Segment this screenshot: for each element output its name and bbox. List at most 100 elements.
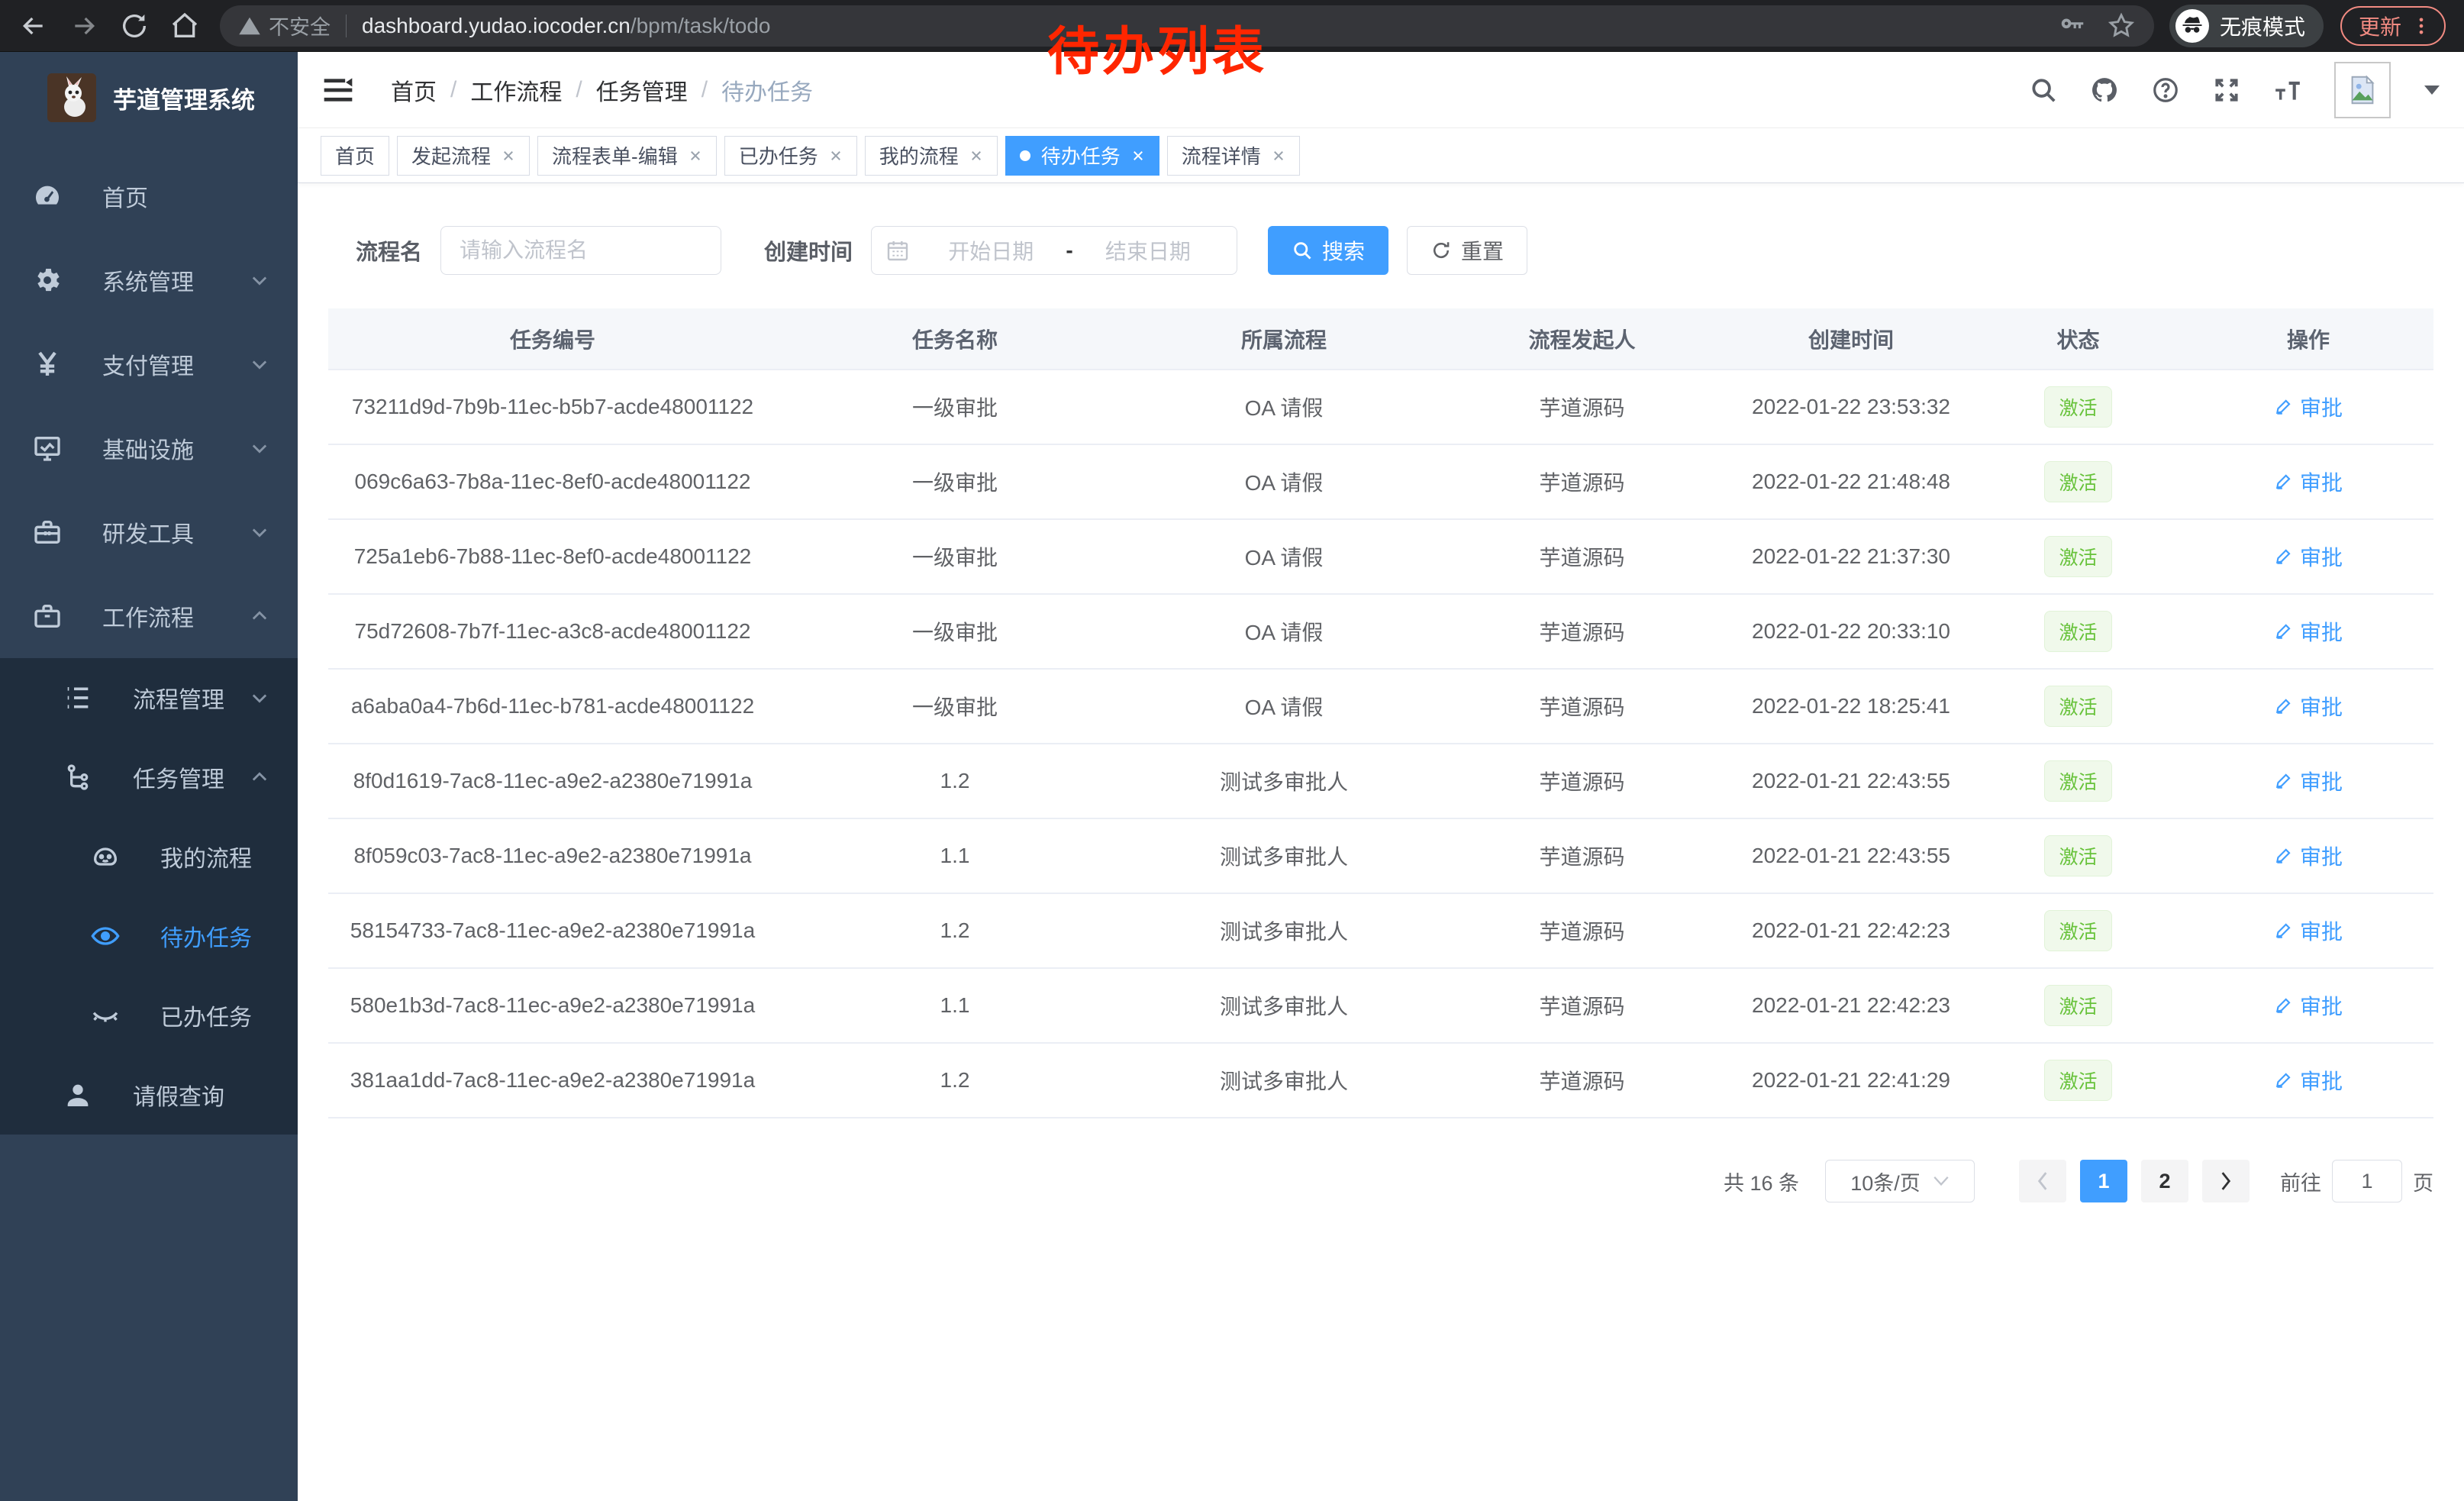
sidebar-item-system[interactable]: 系统管理 (0, 238, 298, 322)
sidebar-item-leave-query[interactable]: 请假查询 (0, 1055, 298, 1135)
content: 流程名 创建时间 开始日期 - 结束日期 搜索 重置 (298, 183, 2464, 1202)
tag-label: 发起流程 (411, 141, 491, 169)
page-2-button[interactable]: 2 (2141, 1160, 2188, 1202)
cell-created: 2022-01-21 22:41:29 (1729, 1043, 1973, 1118)
table-row: 8f059c03-7ac8-11ec-a9e2-a2380e71991a 1.1… (328, 818, 2433, 893)
security-label: 不安全 (269, 11, 331, 40)
status-badge: 激活 (2044, 985, 2111, 1026)
sidebar-item-infra[interactable]: 基础设施 (0, 406, 298, 490)
cell-task-name: 1.1 (777, 818, 1133, 893)
update-label: 更新 (2359, 11, 2401, 41)
cell-process: 测试多审批人 (1133, 893, 1435, 968)
tree-icon (63, 762, 93, 792)
sidebar-item-label: 待办任务 (160, 919, 252, 953)
cell-process: OA 请假 (1133, 444, 1435, 519)
reset-button[interactable]: 重置 (1407, 226, 1527, 275)
avatar[interactable] (2334, 62, 2391, 118)
sidebar-item-home[interactable]: 首页 (0, 154, 298, 238)
task-table: 任务编号 任务名称 所属流程 流程发起人 创建时间 状态 操作 73211d9d… (328, 308, 2433, 1118)
help-icon[interactable] (2151, 76, 2180, 105)
home-icon[interactable] (169, 11, 200, 41)
page-size-select[interactable]: 10条/页 (1825, 1160, 1975, 1202)
sidebar-item-label: 支付管理 (102, 347, 194, 381)
sidebar-item-devtools[interactable]: 研发工具 (0, 490, 298, 574)
table-row: a6aba0a4-7b6d-11ec-b781-acde48001122 一级审… (328, 669, 2433, 744)
next-page-button[interactable] (2202, 1160, 2250, 1202)
tag-start-process[interactable]: 发起流程 (397, 136, 530, 176)
approve-link[interactable]: 审批 (2274, 691, 2343, 721)
cell-process: OA 请假 (1133, 519, 1435, 594)
broken-image-icon (2345, 73, 2380, 108)
approve-link[interactable]: 审批 (2274, 541, 2343, 572)
breadcrumb-task-mgmt[interactable]: 任务管理 (596, 73, 688, 107)
tag-home[interactable]: 首页 (321, 136, 389, 176)
bookmark-star-icon[interactable] (2107, 11, 2136, 40)
sidebar-fold-icon[interactable] (321, 73, 356, 107)
search-icon (1292, 240, 1313, 261)
sidebar-item-my-process[interactable]: 我的流程 (0, 817, 298, 896)
more-menu-icon[interactable] (2411, 15, 2432, 37)
status-badge: 激活 (2044, 910, 2111, 951)
cell-initiator: 芋道源码 (1435, 968, 1729, 1043)
approve-link[interactable]: 审批 (2274, 1065, 2343, 1096)
close-icon[interactable] (969, 149, 983, 163)
edit-icon (2274, 547, 2294, 567)
approve-link[interactable]: 审批 (2274, 766, 2343, 796)
cell-initiator: 芋道源码 (1435, 818, 1729, 893)
avatar-dropdown-caret[interactable] (2423, 84, 2441, 96)
total-count: 共 16 条 (1724, 1167, 1799, 1196)
approve-link[interactable]: 审批 (2274, 616, 2343, 647)
app-logo-row[interactable]: 芋道管理系统 (0, 52, 298, 127)
update-button[interactable]: 更新 (2340, 6, 2446, 46)
close-icon[interactable] (829, 149, 843, 163)
approve-link[interactable]: 审批 (2274, 990, 2343, 1021)
process-name-input[interactable] (440, 226, 721, 275)
close-icon[interactable] (689, 149, 702, 163)
approve-link[interactable]: 审批 (2274, 392, 2343, 422)
prev-page-button[interactable] (2019, 1160, 2066, 1202)
breadcrumb-home[interactable]: 首页 (391, 73, 437, 107)
page-1-button[interactable]: 1 (2080, 1160, 2127, 1202)
tag-process-form-edit[interactable]: 流程表单-编辑 (537, 136, 717, 176)
app-logo (47, 73, 96, 122)
tag-done-tasks[interactable]: 已办任务 (724, 136, 857, 176)
edit-icon (2274, 996, 2294, 1015)
back-icon[interactable] (18, 11, 49, 41)
tag-process-detail[interactable]: 流程详情 (1167, 136, 1300, 176)
sidebar-item-label: 系统管理 (102, 263, 194, 297)
key-icon[interactable] (2058, 11, 2087, 40)
sidebar-item-payment[interactable]: 支付管理 (0, 322, 298, 406)
close-icon[interactable] (1131, 149, 1145, 163)
tag-my-process[interactable]: 我的流程 (865, 136, 998, 176)
reload-icon[interactable] (119, 11, 150, 41)
search-button[interactable]: 搜索 (1268, 226, 1388, 275)
breadcrumb-workflow[interactable]: 工作流程 (470, 73, 562, 107)
close-icon[interactable] (502, 149, 515, 163)
github-icon[interactable] (2090, 76, 2119, 105)
sidebar-item-done-tasks[interactable]: 已办任务 (0, 976, 298, 1055)
approve-link[interactable]: 审批 (2274, 841, 2343, 871)
incognito-icon (2175, 9, 2209, 43)
col-actions: 操作 (2183, 308, 2433, 370)
edit-icon (2274, 771, 2294, 791)
approve-link[interactable]: 审批 (2274, 915, 2343, 946)
sidebar-item-process-mgmt[interactable]: 流程管理 (0, 658, 298, 738)
fullscreen-icon[interactable] (2212, 76, 2241, 105)
goto-page-input[interactable] (2332, 1160, 2402, 1202)
date-range-picker[interactable]: 开始日期 - 结束日期 (871, 226, 1237, 275)
font-size-icon[interactable] (2273, 76, 2302, 105)
sidebar-item-label: 任务管理 (133, 760, 224, 794)
tag-todo-tasks[interactable]: 待办任务 (1005, 136, 1159, 176)
sidebar-item-workflow[interactable]: 工作流程 (0, 574, 298, 658)
approve-link[interactable]: 审批 (2274, 466, 2343, 497)
forward-icon[interactable] (69, 11, 99, 41)
close-icon[interactable] (1272, 149, 1285, 163)
security-warning[interactable]: 不安全 (238, 11, 331, 40)
sidebar-item-todo-tasks[interactable]: 待办任务 (0, 896, 298, 976)
sidebar-item-label: 首页 (102, 179, 148, 213)
sidebar-item-task-mgmt[interactable]: 任务管理 (0, 738, 298, 817)
search-icon[interactable] (2029, 76, 2058, 105)
cell-task-id: 580e1b3d-7ac8-11ec-a9e2-a2380e71991a (328, 968, 777, 1043)
cell-initiator: 芋道源码 (1435, 669, 1729, 744)
sidebar-item-label: 流程管理 (133, 681, 224, 715)
